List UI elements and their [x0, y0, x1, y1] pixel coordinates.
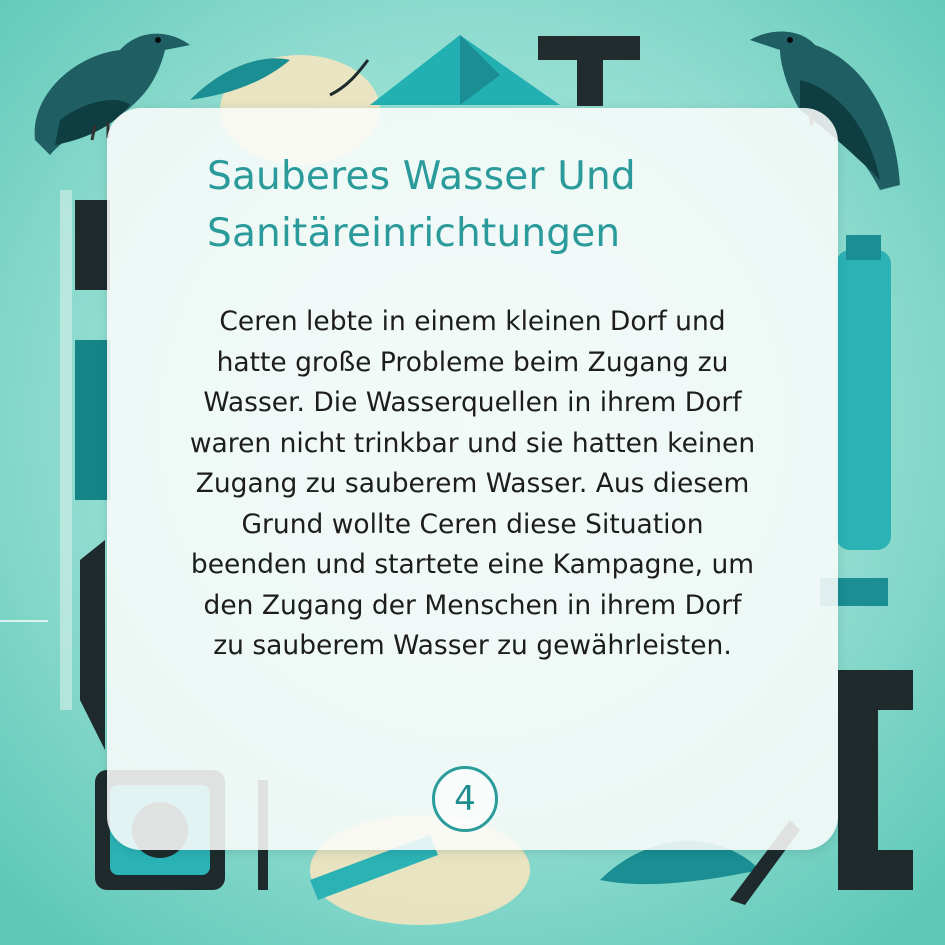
story-line: Ceren lebte in einem kleinen Dorf und — [219, 306, 726, 337]
page-number: 4 — [454, 779, 476, 819]
story-line: waren nicht trinkbar und sie hatten kein… — [189, 427, 756, 459]
story-line: beenden und startete eine Kampagne, um — [190, 549, 755, 580]
story-line: Zugang zu sauberem Wasser. Aus diesem — [195, 468, 750, 499]
story-line: Grund wollte Ceren diese Situation — [241, 508, 704, 540]
story-line: den Zugang der Menschen in ihrem Dorf — [203, 589, 742, 621]
page-number-badge: 4 — [432, 766, 498, 832]
story-text: Ceren lebte in einem kleinen Dorf und ha… — [110, 302, 835, 667]
page-title: Sauberes Wasser Und Sanitäreinrichtungen — [207, 148, 767, 262]
story-line: hatte große Probleme beim Zugang zu — [216, 346, 729, 378]
title-line: Sanitäreinrichtungen — [207, 211, 621, 256]
title-line: Sauberes Wasser Und — [207, 154, 636, 199]
story-line: zu sauberem Wasser zu gewährleisten. — [213, 630, 732, 661]
story-line: Wasser. Die Wasserquellen in ihrem Dorf — [203, 387, 742, 418]
